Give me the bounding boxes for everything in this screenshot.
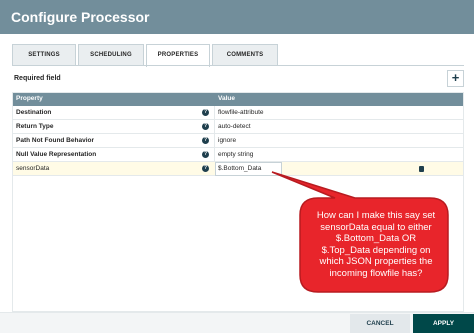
- property-value[interactable]: ignore: [218, 137, 236, 144]
- table-row[interactable]: Path Not Found Behavior ? ignore: [12, 134, 464, 148]
- help-icon[interactable]: ?: [202, 109, 209, 116]
- column-header-value: Value: [218, 95, 235, 102]
- required-field-label: Required field: [14, 75, 61, 82]
- property-value[interactable]: flowfile-attribute: [218, 109, 264, 116]
- help-icon[interactable]: ?: [202, 165, 209, 172]
- tab-divider: [12, 65, 464, 66]
- cancel-button[interactable]: CANCEL: [350, 314, 410, 333]
- help-icon[interactable]: ?: [202, 137, 209, 144]
- property-name: Destination: [16, 109, 52, 116]
- property-value[interactable]: auto-detect: [218, 123, 251, 130]
- dialog-titlebar: Configure Processor: [0, 0, 474, 34]
- tab-properties[interactable]: PROPERTIES: [146, 44, 210, 67]
- dialog-title: Configure Processor: [11, 9, 150, 25]
- callout-text: How can I make this say set sensorData e…: [316, 210, 436, 279]
- property-name: sensorData: [16, 165, 50, 172]
- help-icon[interactable]: ?: [202, 151, 209, 158]
- table-row-selected[interactable]: sensorData ? $.Bottom_Data: [12, 162, 464, 176]
- column-divider: [214, 106, 215, 120]
- column-divider: [214, 120, 215, 134]
- property-name: Path Not Found Behavior: [16, 137, 94, 144]
- column-header-property: Property: [16, 95, 43, 102]
- table-row[interactable]: Return Type ? auto-detect: [12, 120, 464, 134]
- help-icon[interactable]: ?: [202, 123, 209, 130]
- column-divider: [214, 134, 215, 148]
- table-row[interactable]: Null Value Representation ? empty string: [12, 148, 464, 162]
- apply-button[interactable]: APPLY: [413, 314, 474, 333]
- table-header: Property Value: [12, 92, 464, 106]
- tab-scheduling[interactable]: SCHEDULING: [78, 44, 144, 66]
- property-name: Null Value Representation: [16, 151, 97, 158]
- tab-comments[interactable]: COMMENTS: [212, 44, 278, 66]
- property-value[interactable]: empty string: [218, 151, 253, 158]
- table-row[interactable]: Destination ? flowfile-attribute: [12, 106, 464, 120]
- trash-icon[interactable]: [419, 166, 424, 172]
- property-name: Return Type: [16, 123, 54, 130]
- add-property-button[interactable]: +: [447, 70, 464, 87]
- property-value[interactable]: $.Bottom_Data: [218, 165, 261, 172]
- tab-settings[interactable]: SETTINGS: [12, 44, 76, 66]
- column-divider: [214, 148, 215, 162]
- properties-table: Property Value Destination ? flowfile-at…: [12, 92, 464, 176]
